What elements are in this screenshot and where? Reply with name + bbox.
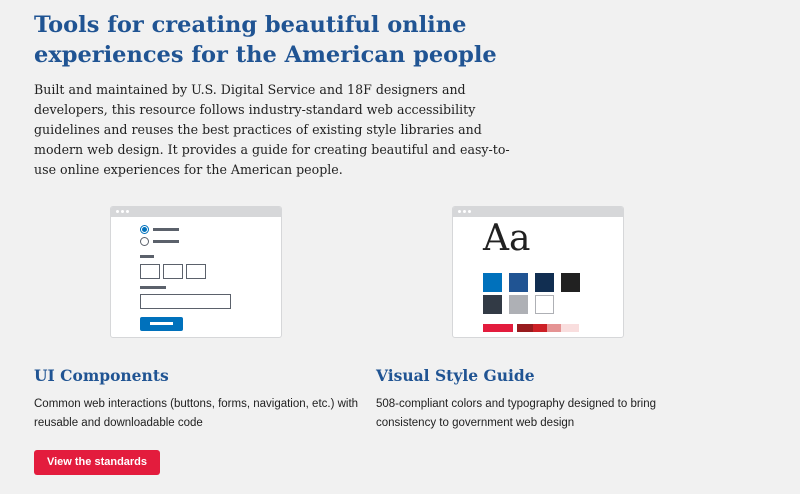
color-swatch [483, 273, 502, 292]
input-box [140, 264, 160, 279]
view-standards-button[interactable]: View the standards [34, 450, 160, 475]
ui-components-link[interactable]: UI Components [34, 366, 169, 385]
style-guide-illustration: Aa [452, 206, 624, 338]
color-strip [533, 324, 547, 332]
window-titlebar [453, 207, 623, 217]
input-box [186, 264, 206, 279]
button-illustration [140, 317, 183, 331]
ui-components-illustration [110, 206, 282, 338]
color-strip [561, 324, 579, 332]
input-box [163, 264, 183, 279]
color-swatch [483, 295, 502, 314]
radio-unselected-icon [140, 237, 149, 246]
color-swatch [535, 273, 554, 292]
color-swatch [535, 295, 554, 314]
color-swatch [561, 273, 580, 292]
input-field-illustration [140, 294, 231, 309]
typography-sample: Aa [483, 218, 531, 259]
style-guide-description: 508-compliant colors and typography desi… [376, 398, 657, 429]
window-titlebar [111, 207, 281, 217]
radio-selected-icon [140, 225, 149, 234]
style-guide-link[interactable]: Visual Style Guide [376, 366, 535, 385]
color-strip [483, 324, 513, 332]
ui-components-description: Common web interactions (buttons, forms,… [34, 398, 359, 429]
color-strip [517, 324, 533, 332]
page-title: Tools for creating beautiful online expe… [34, 12, 497, 68]
intro-paragraph: Built and maintained by U.S. Digital Ser… [34, 82, 510, 177]
color-swatch [509, 273, 528, 292]
color-swatch [509, 295, 528, 314]
color-strip [547, 324, 561, 332]
